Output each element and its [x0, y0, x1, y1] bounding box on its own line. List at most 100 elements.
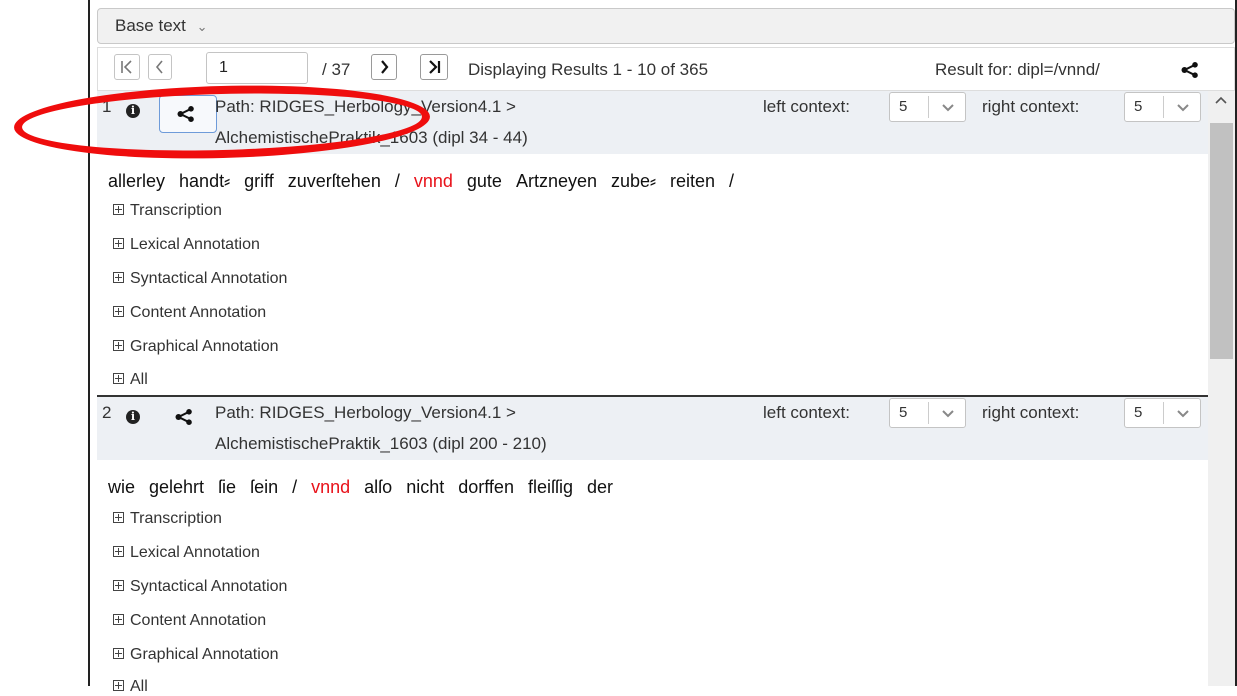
document-path: AlchemistischePraktik_1603 (dipl 34 - 44… — [215, 128, 528, 147]
expand-icon — [113, 546, 124, 557]
token[interactable]: griff — [244, 171, 274, 191]
token[interactable]: Artzneyen — [516, 171, 597, 191]
next-page-button[interactable] — [371, 54, 397, 80]
expand-icon — [113, 306, 124, 317]
token[interactable]: zube⸗ — [611, 171, 656, 191]
token[interactable]: gelehrt — [149, 477, 204, 497]
chevron-right-icon — [381, 60, 389, 74]
left-context-select[interactable]: 5 — [889, 92, 966, 122]
right-context-value: 5 — [1134, 404, 1143, 421]
right-context-select[interactable]: 5 — [1124, 92, 1201, 122]
corpus-path: Path: RIDGES_Herbology_Version4.1 > — [215, 97, 516, 116]
token[interactable]: zuverſtehen — [288, 171, 381, 191]
annotation-label: Transcription — [130, 202, 222, 219]
result-number: 1 — [102, 97, 112, 116]
expand-icon — [113, 204, 124, 215]
token[interactable]: gute — [467, 171, 502, 191]
total-pages: / 37 — [322, 60, 351, 79]
left-context-value: 5 — [899, 404, 908, 421]
annotation-label: Graphical Annotation — [130, 338, 279, 355]
annotation-label: Content Annotation — [130, 612, 267, 629]
annotation-label: All — [130, 371, 148, 388]
annotation-toggle-transcription[interactable]: Transcription — [113, 202, 222, 220]
token[interactable]: reiten — [670, 171, 715, 191]
chevron-down-icon — [1177, 410, 1189, 418]
annotation-toggle-all[interactable]: All — [113, 678, 148, 696]
pagination-bar: 1 / 37 Displaying Results 1 - 10 of 365 … — [97, 47, 1235, 91]
result-number: 2 — [102, 403, 112, 422]
annotation-toggle-syntactical[interactable]: Syntactical Annotation — [113, 270, 287, 288]
share-result-button[interactable] — [159, 95, 217, 133]
result-header: 2 i Path: RIDGES_Herbology_Version4.1 > … — [97, 397, 1208, 460]
results-summary: Displaying Results 1 - 10 of 365 — [468, 60, 709, 79]
annotation-toggle-transcription[interactable]: Transcription — [113, 510, 222, 528]
scroll-up-icon[interactable] — [1215, 95, 1227, 105]
right-context-label: right context: — [982, 97, 1080, 116]
chevron-down-icon — [1177, 104, 1189, 112]
annotation-label: Lexical Annotation — [130, 236, 260, 253]
left-context-select[interactable]: 5 — [889, 398, 966, 428]
token[interactable]: ſie — [218, 477, 236, 497]
share-result-button[interactable] — [175, 409, 193, 430]
annotation-label: Syntactical Annotation — [130, 578, 288, 595]
prev-page-button[interactable] — [148, 54, 172, 80]
token[interactable]: / — [292, 477, 297, 497]
expand-icon — [113, 238, 124, 249]
last-page-icon — [429, 60, 441, 74]
token[interactable]: handt⸗ — [179, 171, 230, 191]
expand-icon — [113, 373, 124, 384]
annotation-toggle-all[interactable]: All — [113, 371, 148, 389]
expand-icon — [113, 512, 124, 523]
page-number-input[interactable]: 1 — [206, 52, 308, 84]
last-page-button[interactable] — [420, 54, 448, 80]
first-page-button[interactable] — [114, 54, 140, 80]
token[interactable]: nicht — [406, 477, 444, 497]
base-text-label: Base text — [115, 16, 186, 35]
annotation-toggle-syntactical[interactable]: Syntactical Annotation — [113, 578, 287, 596]
left-context-label: left context: — [763, 97, 850, 116]
query-label: Result for: dipl=/vnnd/ — [935, 60, 1100, 79]
token[interactable]: / — [395, 171, 400, 191]
info-icon[interactable]: i — [126, 410, 140, 424]
scrollbar-thumb[interactable] — [1210, 123, 1233, 359]
annotation-toggle-graphical[interactable]: Graphical Annotation — [113, 338, 279, 356]
share-icon — [177, 106, 194, 122]
right-context-select[interactable]: 5 — [1124, 398, 1201, 428]
annotation-toggle-graphical[interactable]: Graphical Annotation — [113, 646, 279, 664]
token[interactable]: ſein — [250, 477, 278, 497]
vertical-scrollbar[interactable] — [1208, 91, 1235, 686]
annotation-toggle-lexical[interactable]: Lexical Annotation — [113, 236, 260, 254]
token[interactable]: wie — [108, 477, 135, 497]
annotation-toggle-lexical[interactable]: Lexical Annotation — [113, 544, 260, 562]
annotation-label: Syntactical Annotation — [130, 270, 288, 287]
share-query-button[interactable] — [1181, 62, 1199, 83]
token[interactable]: dorffen — [458, 477, 514, 497]
corpus-path: Path: RIDGES_Herbology_Version4.1 > — [215, 403, 516, 422]
annotation-label: Content Annotation — [130, 304, 267, 321]
expand-icon — [113, 340, 124, 351]
base-text-dropdown[interactable]: Base text ⌄ — [97, 8, 1235, 44]
token[interactable]: allerley — [108, 171, 165, 191]
token[interactable]: / — [729, 171, 734, 191]
expand-icon — [113, 580, 124, 591]
match-token[interactable]: vnnd — [311, 477, 350, 497]
annotation-toggle-content[interactable]: Content Annotation — [113, 612, 266, 630]
kwic-tokens: wie gelehrt ſie ſein / vnnd alſo nicht dorffen fl… — [108, 477, 627, 498]
chevron-down-icon — [942, 410, 954, 418]
result-header: 1 i Path: RIDGES_Herbology_Version4.1 > … — [97, 91, 1208, 154]
chevron-down-icon: ⌄ — [196, 19, 208, 34]
token[interactable]: alſo — [364, 477, 392, 497]
chevron-left-icon — [155, 60, 163, 74]
token[interactable]: fleiſſig — [528, 477, 573, 497]
chevron-down-icon — [942, 104, 954, 112]
expand-icon — [113, 648, 124, 659]
match-token[interactable]: vnnd — [414, 171, 453, 191]
info-icon[interactable]: i — [126, 104, 140, 118]
left-context-label: left context: — [763, 403, 850, 422]
first-page-icon — [121, 60, 132, 74]
share-icon — [1181, 62, 1198, 78]
annotation-label: Lexical Annotation — [130, 544, 260, 561]
annotation-label: Transcription — [130, 510, 222, 527]
annotation-toggle-content[interactable]: Content Annotation — [113, 304, 266, 322]
token[interactable]: der — [587, 477, 613, 497]
